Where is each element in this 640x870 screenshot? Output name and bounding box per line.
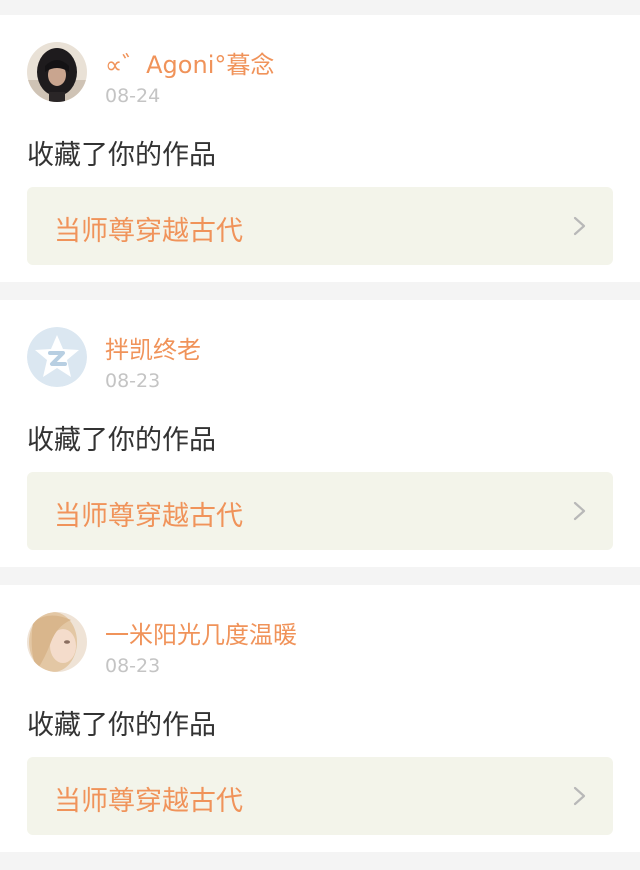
activity-date: 08-23 xyxy=(105,655,161,677)
chevron-right-icon xyxy=(573,501,587,521)
activity-text: 收藏了你的作品 xyxy=(27,140,216,171)
username[interactable]: 一米阳光几度温暖 xyxy=(105,615,297,650)
username[interactable]: 拌凯终老 xyxy=(105,330,201,365)
work-title: 当师尊穿越古代 xyxy=(54,786,243,817)
chevron-right-icon xyxy=(573,786,587,806)
avatar-photo-dark-hair xyxy=(27,42,87,102)
user-avatar[interactable] xyxy=(27,42,87,102)
work-link[interactable]: 当师尊穿越古代 xyxy=(27,757,613,835)
chevron-right-icon xyxy=(573,216,587,236)
activity-date: 08-23 xyxy=(105,370,161,392)
work-link[interactable]: 当师尊穿越古代 xyxy=(27,187,613,265)
activity-date: 08-24 xyxy=(105,85,161,107)
username[interactable]: ∝゛Agoni°暮念 xyxy=(105,45,274,80)
activity-text: 收藏了你的作品 xyxy=(27,710,216,741)
activity-card: ∝゛Agoni°暮念 08-24 收藏了你的作品 当师尊穿越古代 xyxy=(0,15,640,282)
activity-card: 拌凯终老 08-23 收藏了你的作品 当师尊穿越古代 xyxy=(0,300,640,567)
avatar-photo-blonde-hair xyxy=(27,612,87,672)
user-avatar[interactable] xyxy=(27,612,87,672)
activity-feed: ∝゛Agoni°暮念 08-24 收藏了你的作品 当师尊穿越古代 拌凯终老 08… xyxy=(0,0,640,870)
activity-card: 一米阳光几度温暖 08-23 收藏了你的作品 当师尊穿越古代 xyxy=(0,585,640,852)
user-avatar[interactable] xyxy=(27,327,87,387)
work-title: 当师尊穿越古代 xyxy=(54,501,243,532)
work-link[interactable]: 当师尊穿越古代 xyxy=(27,472,613,550)
default-avatar-star-icon xyxy=(27,327,87,387)
work-title: 当师尊穿越古代 xyxy=(54,216,243,247)
activity-text: 收藏了你的作品 xyxy=(27,425,216,456)
